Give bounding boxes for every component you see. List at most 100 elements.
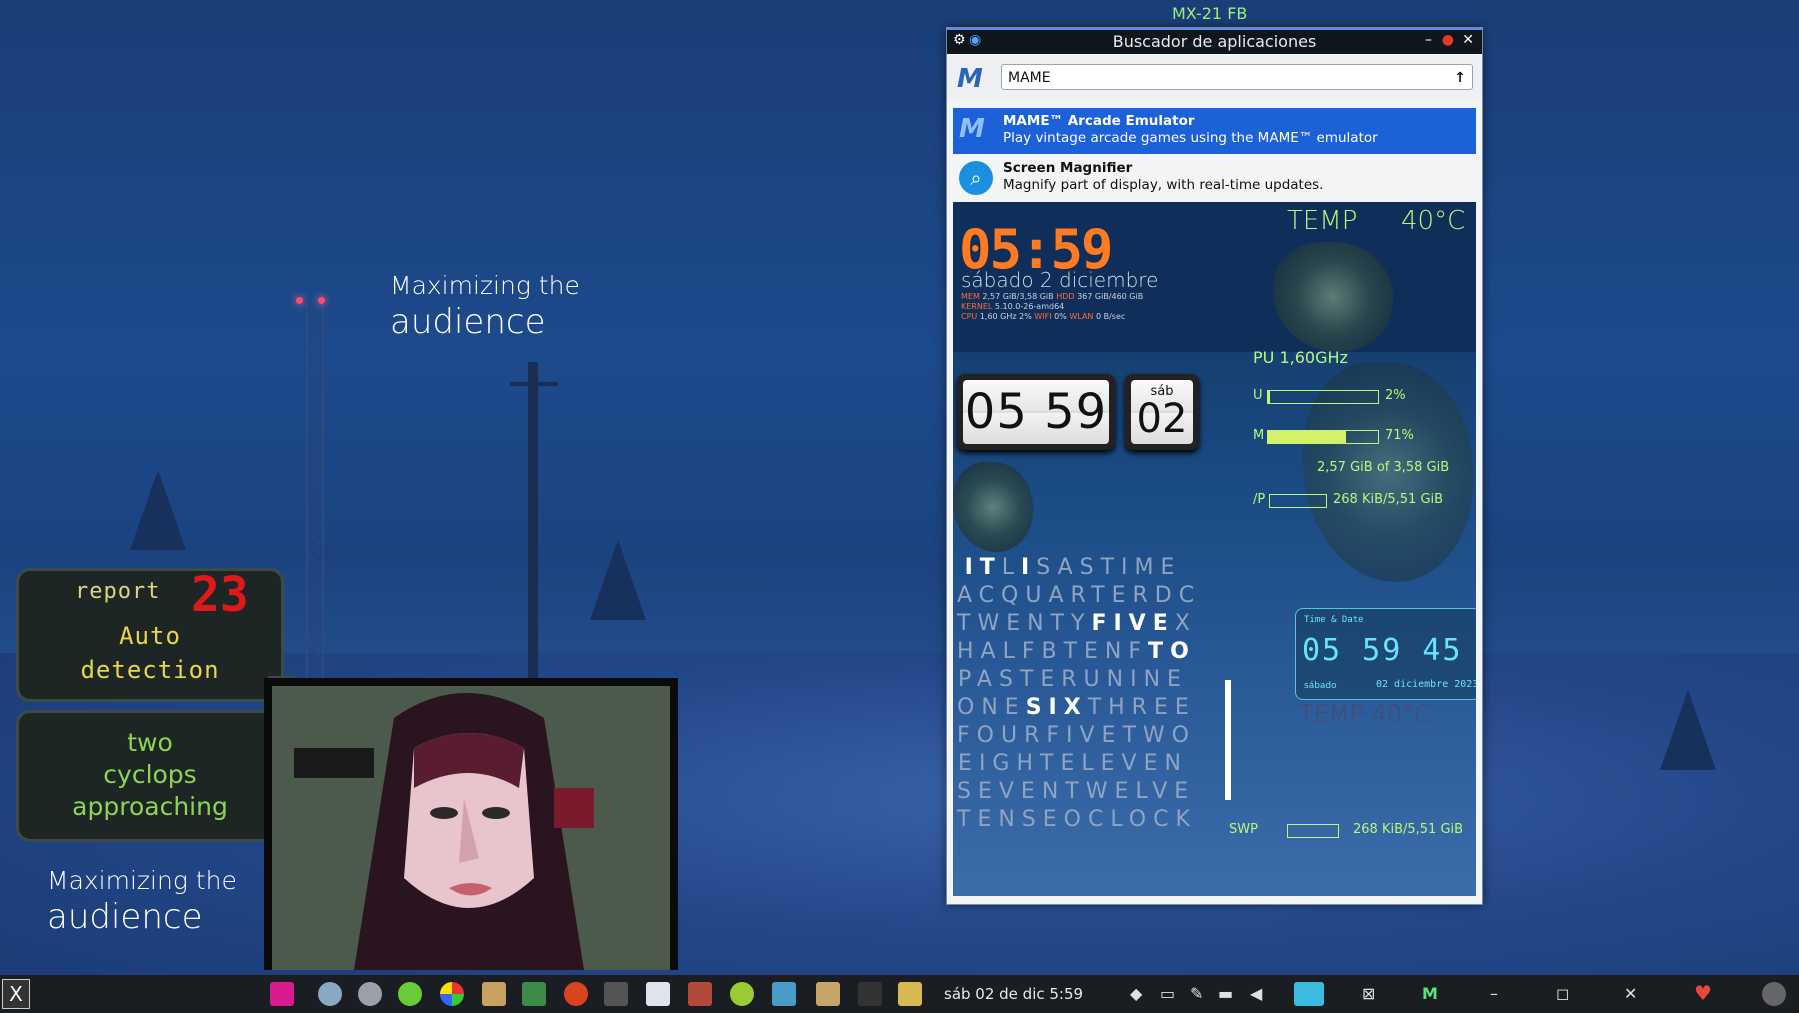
stat-key: WLAN xyxy=(1069,312,1094,321)
stat-key: WIFI xyxy=(1034,312,1052,321)
shield-icon[interactable]: ◆ xyxy=(1130,984,1142,1003)
caption-line: Maximizing the xyxy=(47,866,237,895)
tower-light xyxy=(296,297,303,304)
monitor-icon[interactable] xyxy=(1294,982,1324,1006)
archive-icon[interactable] xyxy=(816,982,840,1006)
tower-light xyxy=(318,297,325,304)
badge-text: Auto detection xyxy=(19,619,281,687)
app-finder-icon[interactable] xyxy=(270,982,294,1006)
portrait-image xyxy=(264,678,678,970)
flip-hours: 05 xyxy=(964,384,1028,440)
status-bubble: two cyclops approaching xyxy=(16,710,284,842)
swap-detail: 268 KiB/5,51 GiB xyxy=(1333,492,1444,507)
word-clock-row: SEVENTWELVE xyxy=(957,779,1196,804)
volume-icon[interactable]: ◀ xyxy=(1250,984,1262,1003)
bubble-line: approaching xyxy=(72,792,228,821)
word-clock-row: ONESIXTHREE xyxy=(957,695,1196,720)
aquarium-icon[interactable] xyxy=(772,982,796,1006)
temp-value: 40°C xyxy=(1401,206,1466,236)
cpu-bar-label: U xyxy=(1253,388,1263,403)
battery-icon[interactable]: ▬ xyxy=(1218,984,1233,1003)
word-clock-row: ITLISASTIME xyxy=(964,555,1182,580)
badge-line: Auto xyxy=(119,622,181,650)
close-window-icon[interactable]: ✕ xyxy=(1624,984,1637,1003)
badge-report-label: report xyxy=(75,579,161,604)
date-line: sábado 2 diciembre xyxy=(961,268,1159,292)
cherry-icon[interactable]: ● xyxy=(1442,32,1454,48)
color-wheel-icon[interactable] xyxy=(440,982,464,1006)
time-date-time: 05 59 45 xyxy=(1302,633,1463,668)
swap-bar xyxy=(1269,494,1327,508)
window-close-tray-icon[interactable]: ⊠ xyxy=(1362,984,1375,1003)
window-title: Buscador de aplicaciones xyxy=(1112,32,1317,51)
file-manager-icon[interactable] xyxy=(482,982,506,1006)
heart-icon[interactable]: ♥ xyxy=(1694,981,1712,1005)
minimize-all-icon[interactable]: – xyxy=(1490,984,1498,1003)
result-item-mame[interactable]: M MAME™ Arcade Emulator Play vintage arc… xyxy=(953,108,1476,154)
flip-clock-face: 05 59 xyxy=(963,380,1109,444)
flip-date-face: sáb 02 xyxy=(1131,380,1193,444)
word-clock-row: EIGHTELEVEN xyxy=(958,751,1188,776)
desktop-widgets: 05:59 sábado 2 diciembre MEM 2,57 GiB/3,… xyxy=(953,202,1476,896)
trash-icon[interactable] xyxy=(688,982,712,1006)
portrait-illustration xyxy=(272,686,670,970)
search-input-value: MAME xyxy=(1008,70,1051,86)
mem-detail: 2,57 GiB of 3,58 GiB xyxy=(1317,460,1450,475)
pine-tree xyxy=(130,470,186,550)
record-icon[interactable] xyxy=(564,982,588,1006)
report-badge: report 23 Auto detection xyxy=(16,567,284,702)
result-item-screen-magnifier[interactable]: ⌕ Screen Magnifier Magnify part of displ… xyxy=(953,155,1476,201)
flip-clock: 05 59 xyxy=(957,374,1115,450)
user-avatar-icon[interactable] xyxy=(1762,982,1786,1006)
taskbar-clock[interactable]: sáb 02 de dic 5:59 xyxy=(944,985,1083,1003)
camera-icon[interactable] xyxy=(604,982,628,1006)
bubble-line: cyclops xyxy=(103,760,197,789)
swap-bar-label: /P xyxy=(1253,492,1266,507)
word-clock-row: TWENTYFIVEX xyxy=(957,611,1197,636)
alien-icon[interactable] xyxy=(730,982,754,1006)
text-editor-icon[interactable] xyxy=(646,982,670,1006)
pine-tree xyxy=(590,540,646,620)
clip-icon[interactable]: ✎ xyxy=(1190,984,1203,1003)
start-menu-button[interactable]: X xyxy=(2,979,30,1009)
mame-logo-icon: M xyxy=(957,64,983,94)
stat-key: MEM xyxy=(961,292,980,301)
search-arrow-icon[interactable]: ↑ xyxy=(1454,65,1466,91)
swp-bar xyxy=(1287,824,1339,838)
mem-bar-label: M xyxy=(1253,428,1265,443)
caption-line: Maximizing the xyxy=(390,271,580,300)
utility-pole-crossbar xyxy=(510,382,558,386)
stat-value: 1,60 GHz 2% xyxy=(979,312,1032,321)
close-icon[interactable]: ✕ xyxy=(1462,32,1474,48)
caption-line: audience xyxy=(47,897,203,938)
window-titlebar[interactable]: ⚙ ◉ Buscador de aplicaciones – ● ✕ xyxy=(947,28,1482,54)
terminal-icon[interactable] xyxy=(858,982,882,1006)
stat-value: 2,57 GiB/3,58 GiB xyxy=(982,292,1054,301)
system-stats: MEM 2,57 GiB/3,58 GiB HDD 367 GiB/460 Gi… xyxy=(961,292,1143,322)
browser-icon[interactable] xyxy=(318,982,342,1006)
calculator-icon[interactable] xyxy=(522,982,546,1006)
result-title: Screen Magnifier xyxy=(1003,160,1133,176)
pill-icon[interactable] xyxy=(398,982,422,1006)
display-icon[interactable]: ▭ xyxy=(1160,984,1175,1003)
wallpaper-caption: Maximizing the audience xyxy=(47,865,237,939)
app-finder-window: ⚙ ◉ Buscador de aplicaciones – ● ✕ M MAM… xyxy=(946,27,1483,905)
desktop-label: MX-21 FB xyxy=(1172,4,1248,23)
time-date-title: Time & Date xyxy=(1304,615,1364,625)
search-input[interactable]: MAME ↑ xyxy=(1001,64,1473,90)
stat-key: HDD xyxy=(1056,292,1075,301)
word-clock-row: FOURFIVETWO xyxy=(957,723,1196,748)
flip-day: 02 xyxy=(1136,396,1188,442)
minimize-icon[interactable]: – xyxy=(1425,32,1432,48)
mouse-icon[interactable] xyxy=(358,982,382,1006)
time-date-widget: Time & Date 05 59 45 sábado 02 diciembre… xyxy=(1295,608,1476,700)
cpu-bar-fill xyxy=(1268,391,1271,403)
word-clock: ITLISASTIME ACQUARTERDC TWENTYFIVEX HALFBTE… xyxy=(957,554,1197,834)
flip-date: sáb 02 xyxy=(1125,374,1199,450)
swp-label: SWP xyxy=(1229,822,1258,837)
maximize-icon[interactable]: ◻ xyxy=(1556,984,1569,1003)
mame-taskbar-icon[interactable]: M xyxy=(1422,984,1438,1003)
notes-icon[interactable] xyxy=(898,982,922,1006)
word-clock-row: TENSEOCLOCK xyxy=(957,807,1197,832)
result-title: MAME™ Arcade Emulator xyxy=(1003,113,1195,129)
